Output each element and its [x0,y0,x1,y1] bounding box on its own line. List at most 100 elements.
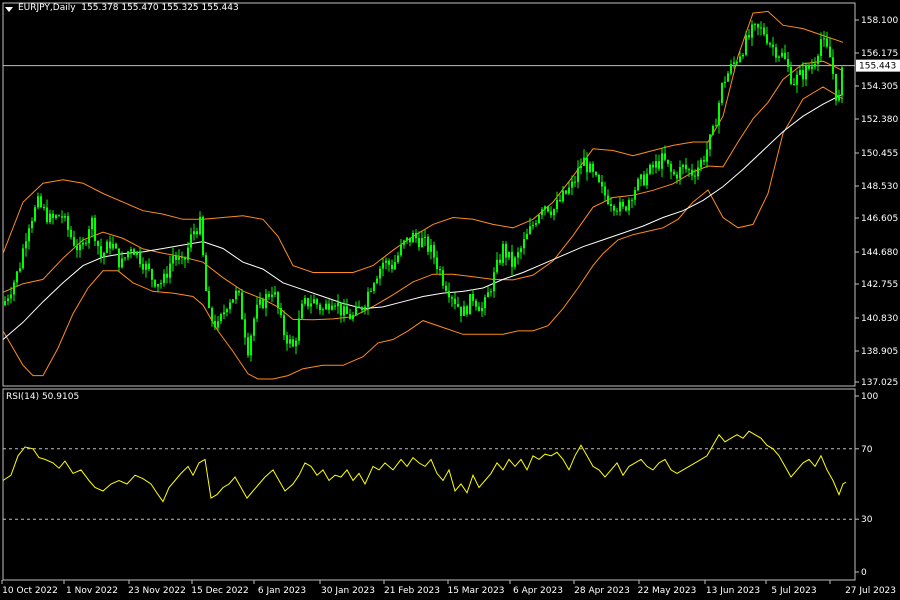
candle-body [235,290,237,300]
date-tick-label: 6 Jan 2023 [258,586,306,596]
candle-body [301,303,303,319]
candle-body [601,182,603,187]
candle-body [241,292,243,320]
candle-body [670,163,672,172]
candle-body [724,81,726,84]
candle-body [820,39,822,56]
main-plot[interactable] [3,10,844,380]
candle-body [445,285,447,291]
date-tick-label: 15 Mar 2023 [447,586,504,596]
date-tick-label: 30 Jan 2023 [321,586,375,596]
candle-body [574,181,576,183]
price-chart[interactable]: 158.100 156.175 154.305 152.380 150.455 148.5… [0,0,900,600]
candle-body [364,306,366,311]
candle-body [331,305,333,310]
candle-body [103,252,105,258]
candle-body [115,243,117,249]
candle-body [544,206,546,210]
main-panel-border [2,2,856,387]
candle-body [667,159,669,164]
candle-body [367,291,369,307]
candle-body [790,67,792,84]
candle-body [163,273,165,284]
candle-body [406,237,408,241]
candle-body [67,216,69,230]
candle-body [679,167,681,179]
candle-body [631,199,633,201]
candle-body [43,207,45,208]
candle-body [145,263,147,270]
candle-body [523,239,525,249]
candle-body [409,237,411,243]
candle-body [742,54,744,57]
candle-body [793,84,795,85]
candle-body [214,320,216,328]
candle-body [4,301,6,306]
candle-body [130,249,132,252]
candle-body [139,251,141,264]
candle-body [181,257,183,258]
candle-body [532,224,534,227]
candle-body [370,290,372,292]
candle-body [40,196,42,207]
candle-body [805,65,807,80]
candle-body [247,337,249,356]
bollinger-lower-line [3,86,844,380]
candle-body [616,210,618,212]
candle-body [559,199,561,201]
price-tick-label: 137.025 [861,378,898,388]
candle-body [256,304,258,319]
candle-body [460,306,462,316]
candle-body [88,229,90,243]
candle-body [76,245,78,251]
candle-body [64,216,66,218]
candle-body [715,125,717,127]
rsi-tick-label: 0 [861,568,867,578]
candle-body [442,270,444,286]
candle-body [124,257,126,259]
candle-body [307,298,309,307]
moving-average-line [3,93,844,340]
date-tick-label: 1 Nov 2022 [66,586,118,596]
candle-body [34,207,36,221]
candle-body [481,307,483,312]
candle-body [280,308,282,316]
candle-body [571,181,573,188]
candle-body [787,59,789,67]
candle-body [394,262,396,269]
candle-body [454,298,456,304]
candle-body [721,83,723,103]
candle-body [298,318,300,341]
candle-body [784,52,786,59]
rsi-tick-label: 70 [861,445,873,455]
candle-body [178,257,180,260]
candle-body [316,299,318,305]
candle-body [613,206,615,211]
date-tick-label: 5 Jul 2023 [771,586,816,596]
candle-body [19,268,21,272]
candle-body [718,102,720,126]
rsi-plot[interactable] [2,430,855,520]
candle-body [472,294,474,301]
candle-body [835,73,837,101]
candle-body [142,263,144,270]
candle-body [13,282,15,295]
rsi-tick-label: 100 [861,392,878,402]
candle-body [391,264,393,270]
candle-body [760,27,762,29]
candle-body [217,321,219,328]
candle-body [568,187,570,194]
candle-body [418,238,420,247]
candle-body [22,248,24,269]
candle-body [184,257,186,260]
candle-body [802,70,804,80]
candle-body [478,306,480,312]
candle-body [598,175,600,182]
candle-body [709,134,711,150]
price-tick-label: 142.755 [861,280,898,290]
candle-body [148,263,150,270]
candle-body [796,74,798,85]
candle-body [655,161,657,168]
candle-body [691,169,693,176]
candle-body [118,248,120,268]
